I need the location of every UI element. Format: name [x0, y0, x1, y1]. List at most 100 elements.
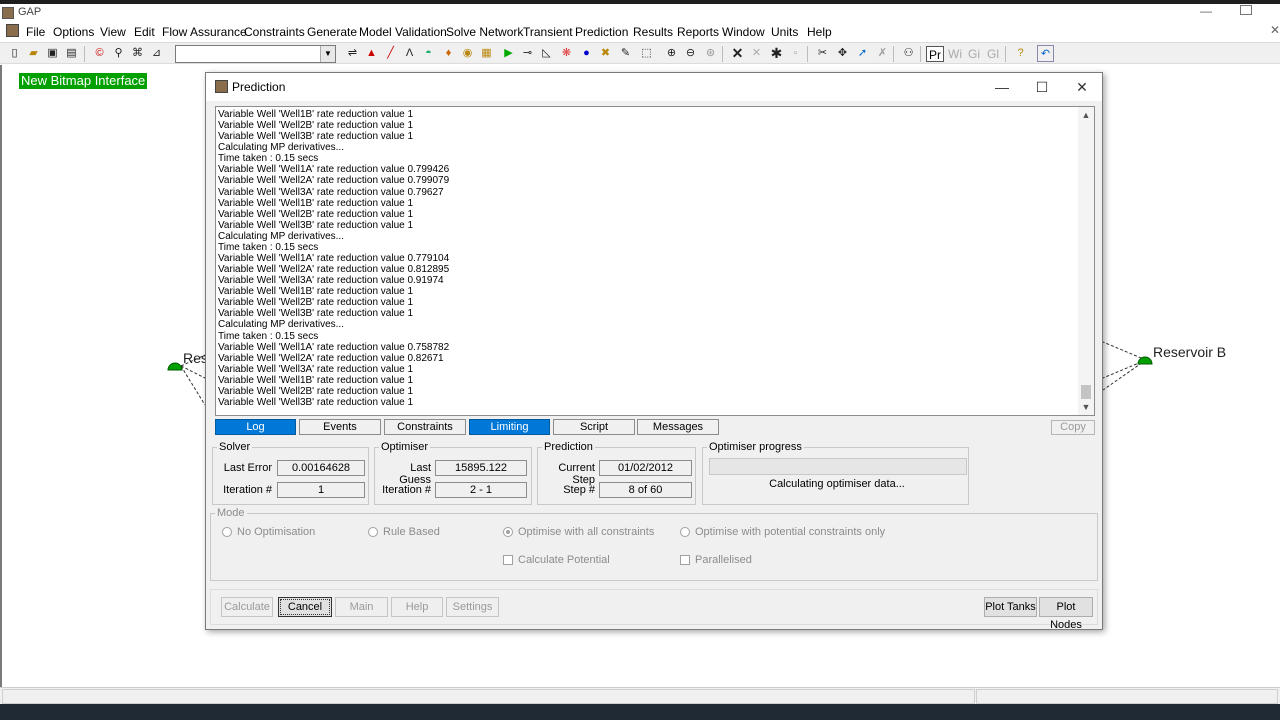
joint-icon[interactable]: ⊸ [519, 45, 536, 62]
document-menu-icon[interactable] [6, 24, 19, 37]
open-folder-icon[interactable]: ▰ [25, 45, 42, 62]
menu-constraints[interactable]: Constraints [244, 25, 305, 39]
dialog-titlebar[interactable]: Prediction — ☐ ✕ [206, 73, 1102, 101]
rule-based-radio[interactable] [368, 527, 378, 537]
copy-button[interactable]: Copy [1051, 420, 1095, 435]
new-file-icon[interactable]: ▯ [6, 45, 23, 62]
help-question-icon[interactable]: ? [1012, 45, 1029, 62]
view-select[interactable]: ▼ [175, 45, 336, 63]
menu-model-validation[interactable]: Model Validation [359, 25, 447, 39]
choke-icon[interactable]: ◺ [538, 45, 555, 62]
tab-events[interactable]: Events [299, 419, 381, 435]
minimize-icon[interactable]: — [1200, 4, 1212, 18]
menu-window[interactable]: Window [722, 25, 765, 39]
calculate-potential-label[interactable]: Calculate Potential [518, 554, 610, 566]
reservoir-right-label[interactable]: Reservoir B [1153, 344, 1226, 360]
menu-solve-network[interactable]: Solve Network [446, 25, 523, 39]
link-icon[interactable]: ╱ [382, 45, 399, 62]
edit-icon[interactable]: ✎ [617, 45, 634, 62]
well-icon[interactable]: ▲ [363, 45, 380, 62]
inject-icon[interactable]: ♦ [440, 45, 457, 62]
move-icon[interactable]: ✥ [834, 45, 851, 62]
plot-tanks-button[interactable]: Plot Tanks [984, 597, 1037, 617]
tab-limiting[interactable]: Limiting [469, 419, 550, 435]
optimise-potential-radio[interactable] [680, 527, 690, 537]
save-icon[interactable]: ▣ [44, 45, 61, 62]
menu-flow-assurance[interactable]: Flow Assurance [162, 25, 247, 39]
menu-generate[interactable]: Generate [307, 25, 357, 39]
network-icon[interactable]: ⚲ [110, 45, 127, 62]
zoom-fit-icon[interactable]: ⊛ [702, 45, 719, 62]
bitmap-interface-label[interactable]: New Bitmap Interface [19, 73, 148, 89]
asterisk-icon[interactable]: ✱ [768, 45, 785, 62]
parallelised-label[interactable]: Parallelised [695, 554, 752, 566]
prosper-button[interactable]: Pr [926, 46, 944, 62]
chevron-down-icon[interactable]: ▼ [320, 46, 335, 62]
tab-constraints[interactable]: Constraints [384, 419, 466, 435]
cross-node-icon[interactable]: ✖ [597, 45, 614, 62]
dialog-minimize-icon[interactable]: — [987, 77, 1017, 97]
source-icon[interactable]: ▶ [500, 45, 517, 62]
gl-button[interactable]: Gl [985, 46, 1001, 62]
menu-edit[interactable]: Edit [134, 25, 155, 39]
main-button[interactable]: Main [335, 597, 388, 617]
no-optimisation-radio[interactable] [222, 527, 232, 537]
undo-icon[interactable]: ↶ [1037, 45, 1054, 62]
parallelised-checkbox[interactable] [680, 555, 690, 565]
pipe-icon[interactable]: ⇌ [344, 45, 361, 62]
optimise-potential-label[interactable]: Optimise with potential constraints only [695, 526, 885, 538]
restore-icon[interactable] [1240, 5, 1252, 15]
mask-icon[interactable]: ✕ [748, 45, 765, 62]
menu-help[interactable]: Help [807, 25, 832, 39]
plot-nodes-button[interactable]: Plot Nodes [1039, 597, 1093, 631]
select-icon[interactable]: ⬚ [638, 45, 655, 62]
menu-units[interactable]: Units [771, 25, 798, 39]
dialog-maximize-icon[interactable]: ☐ [1027, 77, 1057, 97]
help-button[interactable]: Help [391, 597, 443, 617]
disabled-pointer-icon[interactable]: ✗ [874, 45, 891, 62]
tab-log[interactable]: Log [215, 419, 296, 435]
node-icon[interactable]: ● [578, 45, 595, 62]
scroll-down-icon[interactable]: ▼ [1078, 399, 1094, 415]
log-scrollbar[interactable]: ▲ ▼ [1078, 107, 1094, 415]
chart-icon[interactable]: ⊿ [148, 45, 165, 62]
settings-button[interactable]: Settings [446, 597, 499, 617]
log-output[interactable]: Variable Well 'Well1B' rate reduction va… [215, 106, 1095, 416]
scroll-up-icon[interactable]: ▲ [1078, 107, 1094, 123]
calculate-button[interactable]: Calculate [221, 597, 273, 617]
menu-file[interactable]: File [26, 25, 45, 39]
binoculars-icon[interactable]: ⚇ [900, 45, 917, 62]
menu-results[interactable]: Results [633, 25, 673, 39]
gi-button[interactable]: Gi [966, 46, 982, 62]
no-optimisation-label[interactable]: No Optimisation [237, 526, 315, 538]
scroll-thumb[interactable] [1081, 385, 1091, 399]
menu-view[interactable]: View [100, 25, 126, 39]
optimise-all-radio[interactable] [503, 527, 513, 537]
menu-options[interactable]: Options [53, 25, 94, 39]
mdi-close-icon[interactable]: ✕ [1270, 23, 1280, 37]
tank-icon[interactable]: ◓ [420, 45, 437, 62]
label-icon[interactable]: ⌘ [129, 45, 146, 62]
dialog-close-icon[interactable]: ✕ [1067, 77, 1097, 97]
copyright-icon[interactable]: © [91, 45, 108, 62]
save-as-icon[interactable]: ▤ [63, 45, 80, 62]
blank-icon[interactable]: ▫ [787, 45, 804, 62]
zoom-out-icon[interactable]: ⊖ [682, 45, 699, 62]
rule-based-label[interactable]: Rule Based [383, 526, 440, 538]
wi-button[interactable]: Wi [946, 46, 964, 62]
tab-script[interactable]: Script [553, 419, 635, 435]
menu-reports[interactable]: Reports [677, 25, 719, 39]
cut-icon[interactable]: ✂ [814, 45, 831, 62]
zoom-in-icon[interactable]: ⊕ [663, 45, 680, 62]
cancel-button[interactable]: Cancel [278, 597, 332, 617]
menu-prediction[interactable]: Prediction [575, 25, 628, 39]
calculate-potential-checkbox[interactable] [503, 555, 513, 565]
tab-messages[interactable]: Messages [637, 419, 719, 435]
groups-icon[interactable]: ❋ [558, 45, 575, 62]
optimise-all-label[interactable]: Optimise with all constraints [518, 526, 654, 538]
compressor-icon[interactable]: ◉ [459, 45, 476, 62]
delete-icon[interactable]: ✕ [729, 45, 746, 62]
menu-transient[interactable]: Transient [523, 25, 573, 39]
pump-icon[interactable]: ▦ [478, 45, 495, 62]
pointer-icon[interactable]: ➚ [854, 45, 871, 62]
